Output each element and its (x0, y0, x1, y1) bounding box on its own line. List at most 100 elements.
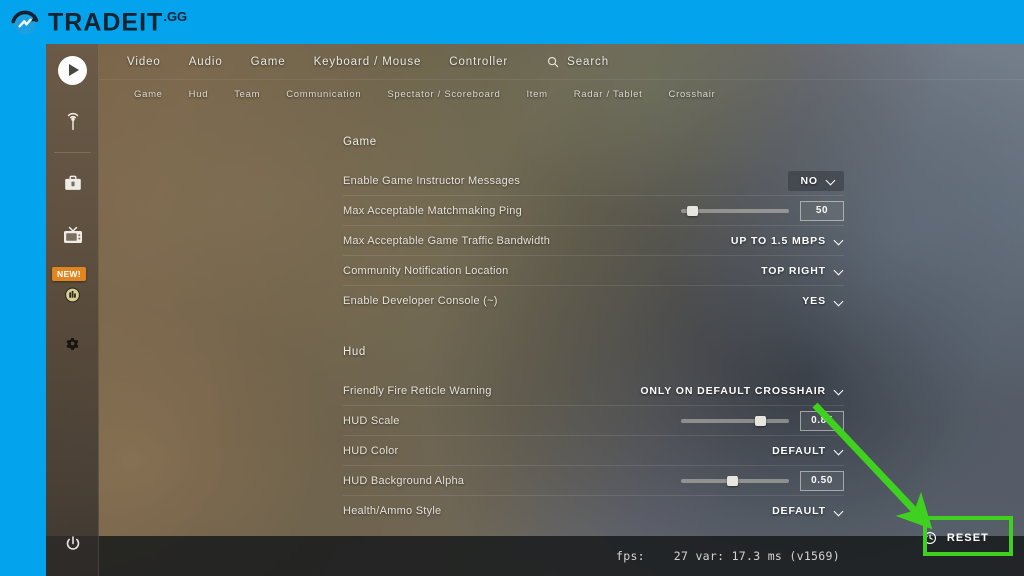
sidebar-power-section (46, 518, 99, 570)
tab-controller[interactable]: Controller (435, 56, 522, 68)
setting-control[interactable]: DEFAULT (684, 505, 844, 517)
setting-control[interactable]: UP TO 1.5 MBPS (684, 235, 844, 247)
search-label: Search (567, 55, 609, 68)
sidebar-item-play[interactable] (46, 44, 99, 96)
dropdown-health-ammo-style[interactable]: DEFAULT (772, 505, 844, 517)
reset-button[interactable]: RESET (906, 522, 1005, 554)
subtab-item[interactable]: Item (513, 89, 560, 100)
setting-label: Enable Game Instructor Messages (343, 174, 521, 187)
setting-control[interactable]: ONLY ON DEFAULT CROSSHAIR (640, 385, 844, 397)
setting-label: HUD Scale (343, 414, 400, 427)
chevron-down-icon (827, 176, 836, 185)
subtab-hud[interactable]: Hud (176, 89, 222, 100)
site-top-bar: TRADEIT.GG (0, 0, 1024, 44)
dropdown-value: NO (800, 174, 818, 187)
site-brand[interactable]: TRADEIT.GG (8, 2, 187, 42)
subtab-spectator-scoreboard[interactable]: Spectator / Scoreboard (374, 89, 513, 100)
setting-row-hud-background-alpha[interactable]: HUD Background Alpha 0.50 (343, 466, 844, 496)
game-sidebar: NEW! (46, 44, 99, 576)
setting-row-enable-game-instructor-messages[interactable]: Enable Game Instructor Messages NO (343, 166, 844, 196)
dropdown-enable-developer-console[interactable]: YES (802, 295, 844, 307)
subtab-radar-tablet[interactable]: Radar / Tablet (561, 89, 656, 100)
setting-control[interactable]: TOP RIGHT (684, 265, 844, 277)
settings-footer: fps: 27 var: 17.3 ms (v1569) RESET (46, 516, 1024, 576)
slider-knob[interactable] (687, 205, 698, 216)
tv-icon (63, 226, 82, 243)
value-hud-background-alpha[interactable]: 0.50 (800, 470, 844, 491)
subtab-communication[interactable]: Communication (273, 89, 374, 100)
broadcast-antenna-icon (67, 112, 78, 131)
sidebar-item-quit[interactable] (46, 518, 99, 570)
site-left-bar (0, 44, 46, 576)
settings-sub-nav: Game Hud Team Communication Spectator / … (99, 80, 1024, 108)
dropdown-community-notification-location[interactable]: TOP RIGHT (761, 265, 844, 277)
game-window: NEW! Video Audio Game Keyboard / Mouse C… (46, 44, 1024, 576)
settings-top-nav: Video Audio Game Keyboard / Mouse Contro… (99, 44, 1024, 80)
slider-knob[interactable] (727, 475, 738, 486)
setting-row-max-acceptable-game-traffic-bandwidth[interactable]: Max Acceptable Game Traffic Bandwidth UP… (343, 226, 844, 256)
gear-icon (66, 337, 79, 350)
setting-row-enable-developer-console[interactable]: Enable Developer Console (~) YES (343, 286, 844, 316)
slider-knob[interactable] (755, 415, 766, 426)
tab-keyboard-mouse[interactable]: Keyboard / Mouse (300, 56, 436, 68)
refresh-circle-logo-icon (8, 5, 42, 39)
sidebar-item-watch[interactable] (46, 96, 99, 148)
setting-label: Max Acceptable Game Traffic Bandwidth (343, 234, 551, 247)
setting-label: Health/Ammo Style (343, 505, 442, 517)
tab-video[interactable]: Video (113, 56, 175, 68)
setting-row-max-acceptable-matchmaking-ping[interactable]: Max Acceptable Matchmaking Ping 50 (343, 196, 844, 226)
dropdown-max-acceptable-game-traffic-bandwidth[interactable]: UP TO 1.5 MBPS (731, 235, 844, 247)
chevron-down-icon (835, 386, 844, 395)
section-heading-game: Game (343, 136, 377, 148)
chevron-down-icon (835, 297, 844, 306)
reset-label: RESET (946, 532, 989, 544)
sidebar-item-premier[interactable]: NEW! (46, 261, 99, 313)
brand-name: TRADEIT (48, 8, 164, 37)
search-icon (548, 56, 559, 67)
setting-control[interactable]: DEFAULT (684, 445, 844, 457)
search-button[interactable]: Search (532, 55, 623, 69)
slider-hud-background-alpha[interactable] (681, 475, 789, 486)
setting-row-hud-scale[interactable]: HUD Scale 0.85 (343, 406, 844, 436)
tab-game[interactable]: Game (237, 56, 300, 68)
setting-row-community-notification-location[interactable]: Community Notification Location TOP RIGH… (343, 256, 844, 286)
sidebar-item-settings[interactable] (46, 317, 99, 369)
medal-icon (65, 287, 80, 302)
tab-audio[interactable]: Audio (175, 56, 237, 68)
play-button-icon (58, 55, 87, 85)
value-hud-scale[interactable]: 0.85 (800, 410, 844, 431)
setting-control[interactable]: 50 (681, 200, 844, 221)
subtab-game[interactable]: Game (121, 89, 176, 100)
subtab-team[interactable]: Team (221, 89, 273, 100)
setting-row-friendly-fire-reticle-warning[interactable]: Friendly Fire Reticle Warning ONLY ON DE… (343, 376, 844, 406)
dropdown-friendly-fire-reticle-warning[interactable]: ONLY ON DEFAULT CROSSHAIR (640, 385, 844, 397)
dropdown-hud-color[interactable]: DEFAULT (772, 445, 844, 457)
subtab-crosshair[interactable]: Crosshair (656, 89, 729, 100)
dropdown-value: TOP RIGHT (761, 264, 826, 277)
dropdown-enable-game-instructor-messages[interactable]: NO (788, 170, 844, 191)
power-icon (66, 536, 79, 550)
slider-max-acceptable-matchmaking-ping[interactable] (681, 205, 789, 216)
slider-hud-scale[interactable] (681, 415, 789, 426)
setting-row-health-ammo-style[interactable]: Health/Ammo Style DEFAULT (343, 496, 844, 526)
section-heading-hud: Hud (343, 346, 366, 358)
setting-label: HUD Color (343, 444, 399, 457)
setting-label: Enable Developer Console (~) (343, 295, 498, 307)
setting-control[interactable]: NO (684, 170, 844, 191)
settings-list: Game Enable Game Instructor Messages NO … (99, 108, 1024, 542)
chevron-down-icon (835, 266, 844, 275)
setting-control[interactable]: 0.50 (681, 470, 844, 491)
setting-row-hud-color[interactable]: HUD Color DEFAULT (343, 436, 844, 466)
fps-counter: fps: 27 var: 17.3 ms (v1569) (616, 549, 840, 563)
sidebar-item-inventory[interactable] (46, 157, 99, 209)
setting-label: Community Notification Location (343, 264, 509, 277)
weapon-case-icon (64, 175, 81, 190)
dropdown-value: YES (802, 295, 826, 307)
dropdown-value: DEFAULT (772, 444, 826, 457)
value-max-acceptable-matchmaking-ping[interactable]: 50 (800, 200, 844, 221)
sidebar-item-workshop[interactable] (46, 209, 99, 261)
site-brand-text: TRADEIT.GG (48, 10, 187, 35)
setting-label: Friendly Fire Reticle Warning (343, 384, 492, 397)
setting-control[interactable]: YES (684, 295, 844, 307)
setting-control[interactable]: 0.85 (681, 410, 844, 431)
